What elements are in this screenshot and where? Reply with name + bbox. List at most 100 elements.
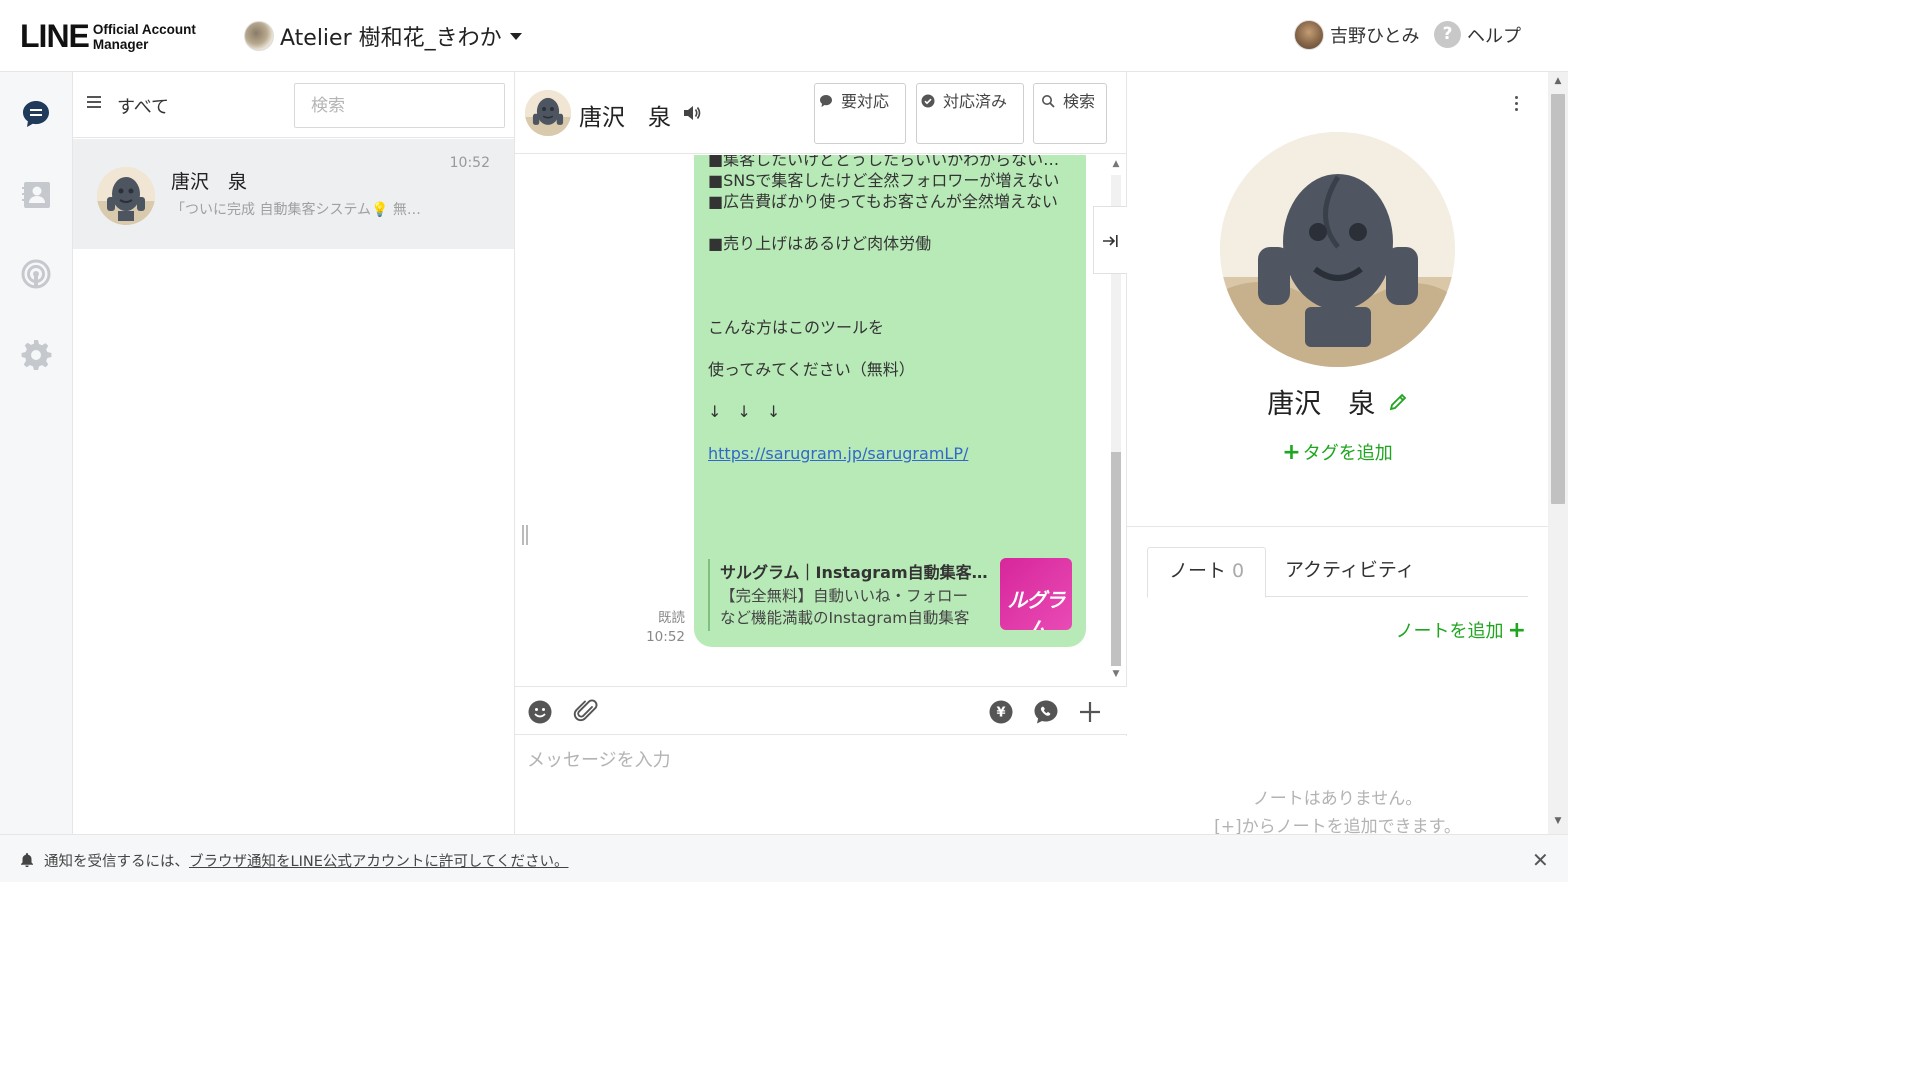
paperclip-icon [573,699,598,722]
add-note-button[interactable]: ノートを追加 + [1396,617,1526,643]
scroll-down-arrow-icon[interactable]: ▼ [1111,669,1121,679]
nav-settings[interactable] [20,338,54,372]
conversation-contact-name: 唐沢 泉 [579,105,671,131]
message-time: 10:52 [646,629,685,645]
account-name: Atelier 樹和花_きわか [280,26,502,51]
user-menu[interactable]: 吉野ひとみ [1294,20,1419,50]
panel-resize-handle[interactable] [520,525,530,547]
scroll-thumb[interactable] [1111,452,1121,666]
message-line: ■売り上げはあるけど肉体労働 [708,234,932,253]
nav-contacts[interactable] [20,178,54,212]
emoji-button[interactable] [527,699,553,725]
message-line: ↓ ↓ ↓ [708,402,781,421]
message-link[interactable]: https://sarugram.jp/sarugramLP/ [708,444,968,463]
profile-name: 唐沢 泉 [1127,382,1548,421]
scroll-down-arrow-icon[interactable]: ▼ [1548,816,1568,826]
help-icon: ? [1434,21,1461,48]
notes-count: 0 [1232,560,1245,582]
divider [1127,526,1548,527]
read-label: 既読 [658,610,685,626]
notification-permission-link[interactable]: ブラウザ通知をLINE公式アカウントに許可してください。 [189,854,569,870]
plus-icon [1080,702,1100,722]
message-line [708,275,1072,296]
notification-message: 通知を受信するには、 [44,854,189,870]
tab-activity-label: アクティビティ [1285,559,1415,581]
robot-mask-avatar-icon [97,167,155,225]
line-oam-logo[interactable]: LINE Official Account Manager [20,18,196,55]
chat-bubble-icon [819,95,832,107]
account-avatar [244,21,274,51]
user-avatar [1294,20,1324,50]
contact-card-icon [22,182,50,208]
link-preview-thumbnail-text: ルグラム [1007,588,1066,630]
check-circle-icon [921,94,935,108]
nav-broadcast[interactable] [20,258,54,292]
mark-resolved-button[interactable]: 対応済み [916,83,1024,144]
caret-down-icon [509,32,522,40]
add-tag-label: タグを追加 [1302,443,1393,464]
close-icon[interactable]: ✕ [1532,848,1549,872]
link-preview-description: 【完全無料】自動いいね・フォローなど機能満載のInstagram自動集客ツール [720,585,982,629]
yen-coin-icon: ¥ [989,700,1013,724]
nav-chat[interactable] [20,98,54,132]
chat-search-input[interactable] [294,83,505,128]
conversation-panel: 唐沢 泉 要対応 対応済み 検索 ■集客したいけどどうしたらいいかわからない… … [515,72,1127,834]
tab-notes[interactable]: ノート 0 [1147,547,1267,598]
help-link[interactable]: ? ヘルプ [1434,21,1521,48]
empty-notes-message: ノートはありません。 [+]からノートを追加できます。 [1127,785,1548,841]
message-search-button[interactable]: 検索 [1033,83,1107,144]
left-nav-rail [0,72,73,834]
scroll-up-arrow-icon[interactable]: ▲ [1111,159,1121,169]
more-actions-button[interactable] [1077,699,1103,725]
message-input[interactable] [515,736,1127,834]
collapse-profile-button[interactable] [1093,206,1127,274]
svg-text:¥: ¥ [996,706,1005,721]
conversation-avatar[interactable] [525,90,571,136]
add-note-label: ノートを追加 [1395,621,1504,642]
empty-notes-line-1: ノートはありません。 [1252,789,1423,809]
profile-photo [1220,132,1455,367]
bell-icon [21,853,33,867]
message-line [708,380,1072,401]
chat-preview-text: 「ついに完成 自動集客システム💡 無料... [171,202,433,218]
message-area: ■集客したいけどどうしたらいいかわからない… ■SNSで集客したけど全然フォロワ… [515,155,1127,685]
message-line: こんな方はこのツールを [708,318,885,337]
page-scrollbar[interactable]: ▲ ▼ [1548,72,1568,834]
hamburger-menu-icon[interactable] [87,96,101,110]
chat-list-item[interactable]: 唐沢 泉 10:52 「ついに完成 自動集客システム💡 無料... [73,139,514,249]
link-preview-description-text: 【完全無料】自動いいね・フォローなど機能満載のInstagram自動集客ツール [720,587,970,627]
scroll-up-arrow-icon[interactable]: ▲ [1548,76,1568,86]
notification-text: 通知を受信するには、ブラウザ通知をLINE公式アカウントに許可してください。 [44,850,569,871]
kebab-menu-icon[interactable] [1509,96,1523,116]
chat-list-panel: すべて 唐沢 泉 10:52 「ついに完成 自動集客システム💡 無料... [73,72,515,834]
link-preview-title: サルグラム｜Instagram自動集客ツール [720,563,988,582]
payment-button[interactable]: ¥ [988,699,1014,725]
robot-mask-photo-icon [1220,132,1455,367]
add-tag-button[interactable]: + タグを追加 [1127,439,1548,465]
collapse-right-icon [1103,235,1118,247]
call-button[interactable] [1033,699,1059,725]
mark-resolved-label: 対応済み [943,92,1008,111]
logo-subtitle-line-1: Official Account [92,21,196,37]
chat-filter-dropdown[interactable]: すべて [117,93,169,119]
pencil-edit-icon[interactable] [1388,392,1408,412]
profile-panel: 唐沢 泉 + タグを追加 ノート 0 アクティビティ ノートを追加 + ノートはありま… [1127,72,1548,837]
tab-activity[interactable]: アクティビティ [1264,547,1436,597]
help-label: ヘルプ [1467,25,1521,47]
smiley-icon [528,700,552,724]
search-icon [1041,95,1055,108]
notification-bar: 通知を受信するには、ブラウザ通知をLINE公式アカウントに許可してください。 ✕ [0,834,1568,882]
user-name: 吉野ひとみ [1330,26,1420,47]
chat-avatar [97,167,155,225]
profile-tabs: ノート 0 アクティビティ [1147,547,1528,598]
message-line [708,338,1072,359]
speaker-icon[interactable] [683,105,701,125]
needs-action-button[interactable]: 要対応 [814,83,906,144]
logo-subtitle-line-2: Manager [92,36,149,52]
link-preview-card[interactable]: サルグラム｜Instagram自動集客ツール 【完全無料】自動いいね・フォローな… [708,558,1072,631]
attach-file-button[interactable] [573,699,599,725]
page-scroll-thumb[interactable] [1551,94,1565,504]
account-switcher[interactable]: Atelier 樹和花_きわか [244,20,522,52]
message-bubble[interactable]: ■集客したいけどどうしたらいいかわからない… ■SNSで集客したけど全然フォロワ… [694,155,1086,647]
profile-name-text: 唐沢 泉 [1267,389,1376,420]
